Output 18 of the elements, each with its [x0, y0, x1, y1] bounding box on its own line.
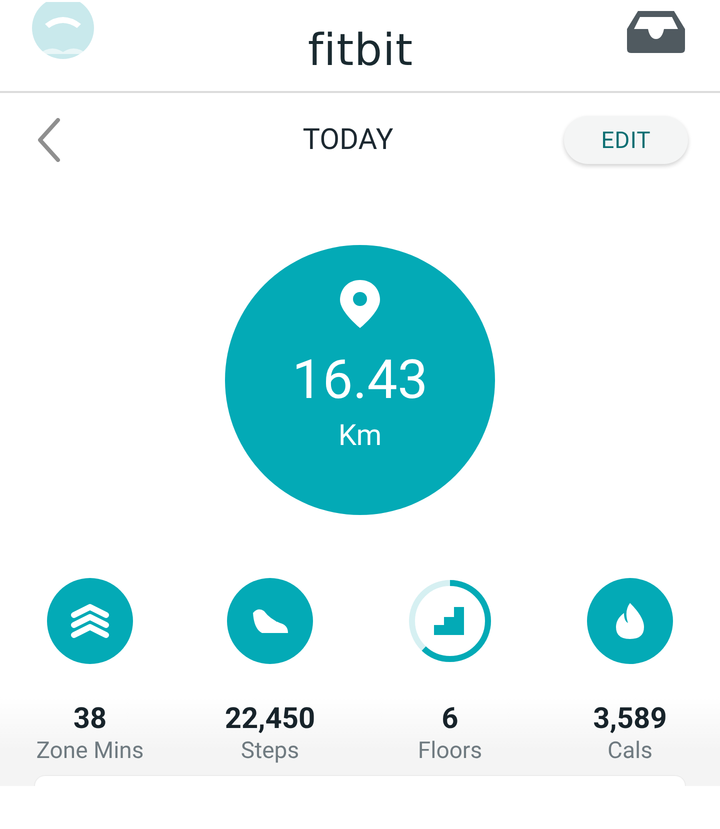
stat-label: Zone Mins — [36, 736, 144, 766]
app-logo: fitbit — [308, 25, 414, 76]
stat-value: 38 — [73, 702, 107, 736]
stat-label: Steps — [240, 736, 300, 766]
distance-circle[interactable]: 16.43 Km — [225, 245, 495, 515]
location-pin-icon — [339, 279, 381, 329]
distance-unit: Km — [338, 419, 382, 453]
stat-value: 3,589 — [593, 702, 667, 736]
edit-button[interactable]: EDIT — [564, 116, 688, 164]
stat-value: 22,450 — [224, 702, 316, 736]
back-icon[interactable] — [36, 118, 62, 162]
stat-label: Cals — [608, 736, 652, 766]
inbox-icon[interactable] — [626, 8, 686, 52]
page-title: TODAY — [302, 123, 394, 157]
stat-value: 6 — [442, 702, 458, 736]
stat-label: Floors — [418, 736, 482, 766]
chevrons-up-icon — [70, 601, 110, 641]
distance-value: 16.43 — [292, 351, 428, 411]
